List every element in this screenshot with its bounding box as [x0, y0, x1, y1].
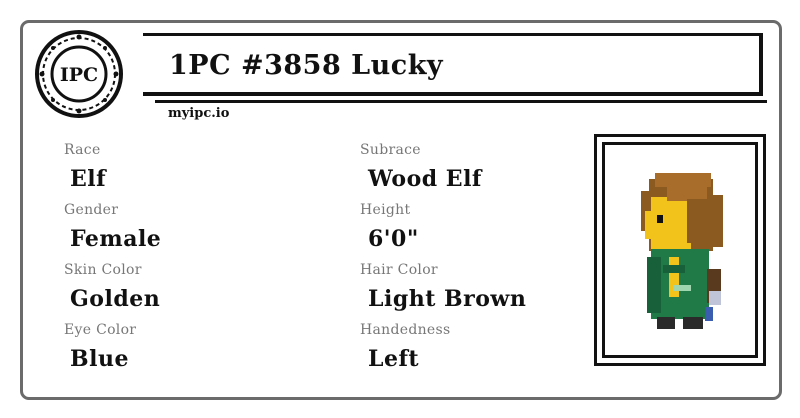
hair-color-label: Hair Color [360, 262, 438, 278]
logo-text: IPC [60, 64, 98, 86]
race-value: Elf [70, 166, 107, 192]
character-sprite [641, 173, 723, 329]
skin-color-label: Skin Color [64, 262, 142, 278]
handedness-label: Handedness [360, 322, 451, 338]
gender-label: Gender [64, 202, 119, 218]
height-label: Height [360, 202, 411, 218]
subrace-label: Subrace [360, 142, 421, 158]
height-value: 6'0" [368, 226, 419, 252]
hair-color-value: Light Brown [368, 286, 527, 312]
eye-color-value: Blue [70, 346, 129, 372]
gender-value: Female [70, 226, 162, 252]
site-link[interactable]: myipc.io [168, 106, 229, 121]
page-title: 1PC #3858 Lucky [169, 50, 444, 81]
race-label: Race [64, 142, 101, 158]
handedness-value: Left [368, 346, 420, 372]
skin-color-value: Golden [70, 286, 161, 312]
divider [155, 100, 767, 103]
title-banner: 1PC #3858 Lucky [143, 33, 763, 96]
portrait-frame [594, 134, 766, 366]
eye-color-label: Eye Color [64, 322, 137, 338]
ipc-logo: IPC [35, 30, 123, 118]
subrace-value: Wood Elf [368, 166, 482, 192]
